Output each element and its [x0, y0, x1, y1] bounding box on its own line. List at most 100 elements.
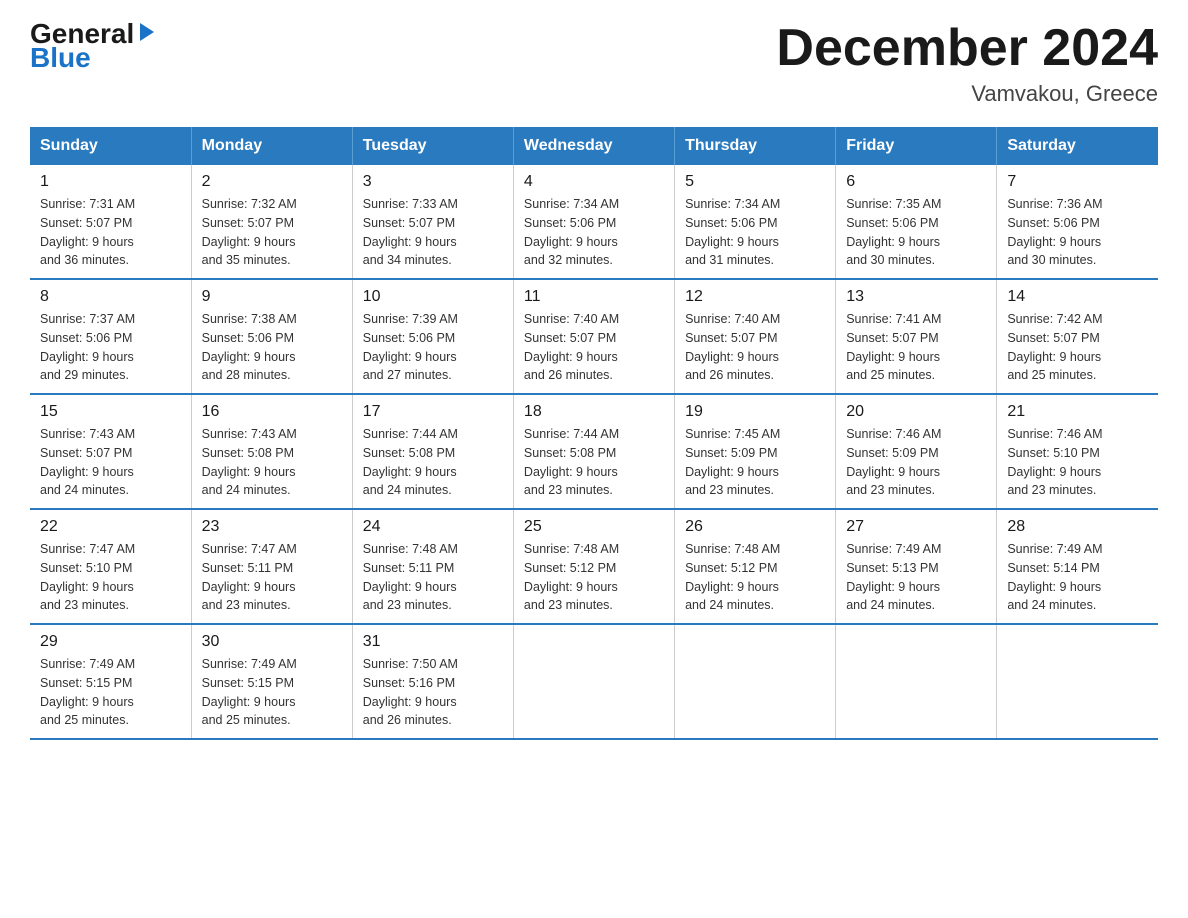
calendar-cell: 18 Sunrise: 7:44 AM Sunset: 5:08 PM Dayl…: [513, 394, 674, 509]
day-number: 22: [40, 518, 181, 536]
day-number: 20: [846, 403, 986, 421]
calendar-cell: 21 Sunrise: 7:46 AM Sunset: 5:10 PM Dayl…: [997, 394, 1158, 509]
calendar-cell: 4 Sunrise: 7:34 AM Sunset: 5:06 PM Dayli…: [513, 165, 674, 279]
day-info: Sunrise: 7:44 AM Sunset: 5:08 PM Dayligh…: [524, 425, 664, 500]
day-info: Sunrise: 7:50 AM Sunset: 5:16 PM Dayligh…: [363, 655, 503, 730]
logo-blue-text: Blue: [30, 44, 91, 72]
day-number: 12: [685, 288, 825, 306]
calendar-cell: 1 Sunrise: 7:31 AM Sunset: 5:07 PM Dayli…: [30, 165, 191, 279]
day-number: 30: [202, 633, 342, 651]
calendar-cell: 12 Sunrise: 7:40 AM Sunset: 5:07 PM Dayl…: [675, 279, 836, 394]
calendar-week-3: 15 Sunrise: 7:43 AM Sunset: 5:07 PM Dayl…: [30, 394, 1158, 509]
day-number: 4: [524, 173, 664, 191]
day-info: Sunrise: 7:37 AM Sunset: 5:06 PM Dayligh…: [40, 310, 181, 385]
day-info: Sunrise: 7:47 AM Sunset: 5:10 PM Dayligh…: [40, 540, 181, 615]
location-text: Vamvakou, Greece: [776, 81, 1158, 107]
day-info: Sunrise: 7:31 AM Sunset: 5:07 PM Dayligh…: [40, 195, 181, 270]
calendar-cell: 31 Sunrise: 7:50 AM Sunset: 5:16 PM Dayl…: [352, 624, 513, 739]
day-info: Sunrise: 7:48 AM Sunset: 5:11 PM Dayligh…: [363, 540, 503, 615]
day-number: 14: [1007, 288, 1148, 306]
day-number: 27: [846, 518, 986, 536]
day-number: 1: [40, 173, 181, 191]
day-number: 25: [524, 518, 664, 536]
day-number: 17: [363, 403, 503, 421]
calendar-cell: [513, 624, 674, 739]
calendar-cell: [675, 624, 836, 739]
header-tuesday: Tuesday: [352, 127, 513, 165]
day-info: Sunrise: 7:49 AM Sunset: 5:15 PM Dayligh…: [40, 655, 181, 730]
calendar-cell: [997, 624, 1158, 739]
month-title: December 2024: [776, 20, 1158, 77]
day-number: 5: [685, 173, 825, 191]
day-info: Sunrise: 7:43 AM Sunset: 5:08 PM Dayligh…: [202, 425, 342, 500]
day-number: 10: [363, 288, 503, 306]
day-number: 18: [524, 403, 664, 421]
calendar-cell: 14 Sunrise: 7:42 AM Sunset: 5:07 PM Dayl…: [997, 279, 1158, 394]
day-info: Sunrise: 7:42 AM Sunset: 5:07 PM Dayligh…: [1007, 310, 1148, 385]
calendar-cell: 27 Sunrise: 7:49 AM Sunset: 5:13 PM Dayl…: [836, 509, 997, 624]
calendar-header-row: SundayMondayTuesdayWednesdayThursdayFrid…: [30, 127, 1158, 165]
day-number: 24: [363, 518, 503, 536]
day-info: Sunrise: 7:33 AM Sunset: 5:07 PM Dayligh…: [363, 195, 503, 270]
calendar-cell: 15 Sunrise: 7:43 AM Sunset: 5:07 PM Dayl…: [30, 394, 191, 509]
calendar-cell: 5 Sunrise: 7:34 AM Sunset: 5:06 PM Dayli…: [675, 165, 836, 279]
calendar-week-5: 29 Sunrise: 7:49 AM Sunset: 5:15 PM Dayl…: [30, 624, 1158, 739]
calendar-cell: 24 Sunrise: 7:48 AM Sunset: 5:11 PM Dayl…: [352, 509, 513, 624]
calendar-cell: 19 Sunrise: 7:45 AM Sunset: 5:09 PM Dayl…: [675, 394, 836, 509]
day-info: Sunrise: 7:46 AM Sunset: 5:10 PM Dayligh…: [1007, 425, 1148, 500]
day-number: 11: [524, 288, 664, 306]
day-info: Sunrise: 7:34 AM Sunset: 5:06 PM Dayligh…: [524, 195, 664, 270]
header-saturday: Saturday: [997, 127, 1158, 165]
day-number: 21: [1007, 403, 1148, 421]
calendar-cell: 25 Sunrise: 7:48 AM Sunset: 5:12 PM Dayl…: [513, 509, 674, 624]
day-number: 23: [202, 518, 342, 536]
day-info: Sunrise: 7:35 AM Sunset: 5:06 PM Dayligh…: [846, 195, 986, 270]
calendar-table: SundayMondayTuesdayWednesdayThursdayFrid…: [30, 127, 1158, 740]
calendar-cell: 26 Sunrise: 7:48 AM Sunset: 5:12 PM Dayl…: [675, 509, 836, 624]
day-info: Sunrise: 7:49 AM Sunset: 5:13 PM Dayligh…: [846, 540, 986, 615]
day-number: 13: [846, 288, 986, 306]
day-info: Sunrise: 7:32 AM Sunset: 5:07 PM Dayligh…: [202, 195, 342, 270]
calendar-cell: 23 Sunrise: 7:47 AM Sunset: 5:11 PM Dayl…: [191, 509, 352, 624]
day-info: Sunrise: 7:34 AM Sunset: 5:06 PM Dayligh…: [685, 195, 825, 270]
calendar-cell: 11 Sunrise: 7:40 AM Sunset: 5:07 PM Dayl…: [513, 279, 674, 394]
day-info: Sunrise: 7:43 AM Sunset: 5:07 PM Dayligh…: [40, 425, 181, 500]
calendar-cell: 17 Sunrise: 7:44 AM Sunset: 5:08 PM Dayl…: [352, 394, 513, 509]
header-friday: Friday: [836, 127, 997, 165]
calendar-cell: [836, 624, 997, 739]
day-info: Sunrise: 7:49 AM Sunset: 5:14 PM Dayligh…: [1007, 540, 1148, 615]
calendar-cell: 20 Sunrise: 7:46 AM Sunset: 5:09 PM Dayl…: [836, 394, 997, 509]
day-info: Sunrise: 7:40 AM Sunset: 5:07 PM Dayligh…: [685, 310, 825, 385]
day-info: Sunrise: 7:36 AM Sunset: 5:06 PM Dayligh…: [1007, 195, 1148, 270]
calendar-cell: 16 Sunrise: 7:43 AM Sunset: 5:08 PM Dayl…: [191, 394, 352, 509]
day-number: 29: [40, 633, 181, 651]
day-number: 15: [40, 403, 181, 421]
calendar-week-2: 8 Sunrise: 7:37 AM Sunset: 5:06 PM Dayli…: [30, 279, 1158, 394]
day-info: Sunrise: 7:38 AM Sunset: 5:06 PM Dayligh…: [202, 310, 342, 385]
logo-arrow-icon: [136, 21, 158, 43]
calendar-cell: 22 Sunrise: 7:47 AM Sunset: 5:10 PM Dayl…: [30, 509, 191, 624]
calendar-cell: 7 Sunrise: 7:36 AM Sunset: 5:06 PM Dayli…: [997, 165, 1158, 279]
calendar-cell: 9 Sunrise: 7:38 AM Sunset: 5:06 PM Dayli…: [191, 279, 352, 394]
header-monday: Monday: [191, 127, 352, 165]
day-info: Sunrise: 7:49 AM Sunset: 5:15 PM Dayligh…: [202, 655, 342, 730]
calendar-cell: 29 Sunrise: 7:49 AM Sunset: 5:15 PM Dayl…: [30, 624, 191, 739]
header-wednesday: Wednesday: [513, 127, 674, 165]
header-sunday: Sunday: [30, 127, 191, 165]
calendar-cell: 30 Sunrise: 7:49 AM Sunset: 5:15 PM Dayl…: [191, 624, 352, 739]
calendar-cell: 28 Sunrise: 7:49 AM Sunset: 5:14 PM Dayl…: [997, 509, 1158, 624]
day-number: 28: [1007, 518, 1148, 536]
day-number: 2: [202, 173, 342, 191]
day-info: Sunrise: 7:47 AM Sunset: 5:11 PM Dayligh…: [202, 540, 342, 615]
day-number: 16: [202, 403, 342, 421]
day-info: Sunrise: 7:48 AM Sunset: 5:12 PM Dayligh…: [685, 540, 825, 615]
header-thursday: Thursday: [675, 127, 836, 165]
calendar-cell: 6 Sunrise: 7:35 AM Sunset: 5:06 PM Dayli…: [836, 165, 997, 279]
day-number: 8: [40, 288, 181, 306]
day-number: 26: [685, 518, 825, 536]
day-number: 7: [1007, 173, 1148, 191]
calendar-week-4: 22 Sunrise: 7:47 AM Sunset: 5:10 PM Dayl…: [30, 509, 1158, 624]
day-info: Sunrise: 7:40 AM Sunset: 5:07 PM Dayligh…: [524, 310, 664, 385]
calendar-cell: 3 Sunrise: 7:33 AM Sunset: 5:07 PM Dayli…: [352, 165, 513, 279]
day-info: Sunrise: 7:44 AM Sunset: 5:08 PM Dayligh…: [363, 425, 503, 500]
